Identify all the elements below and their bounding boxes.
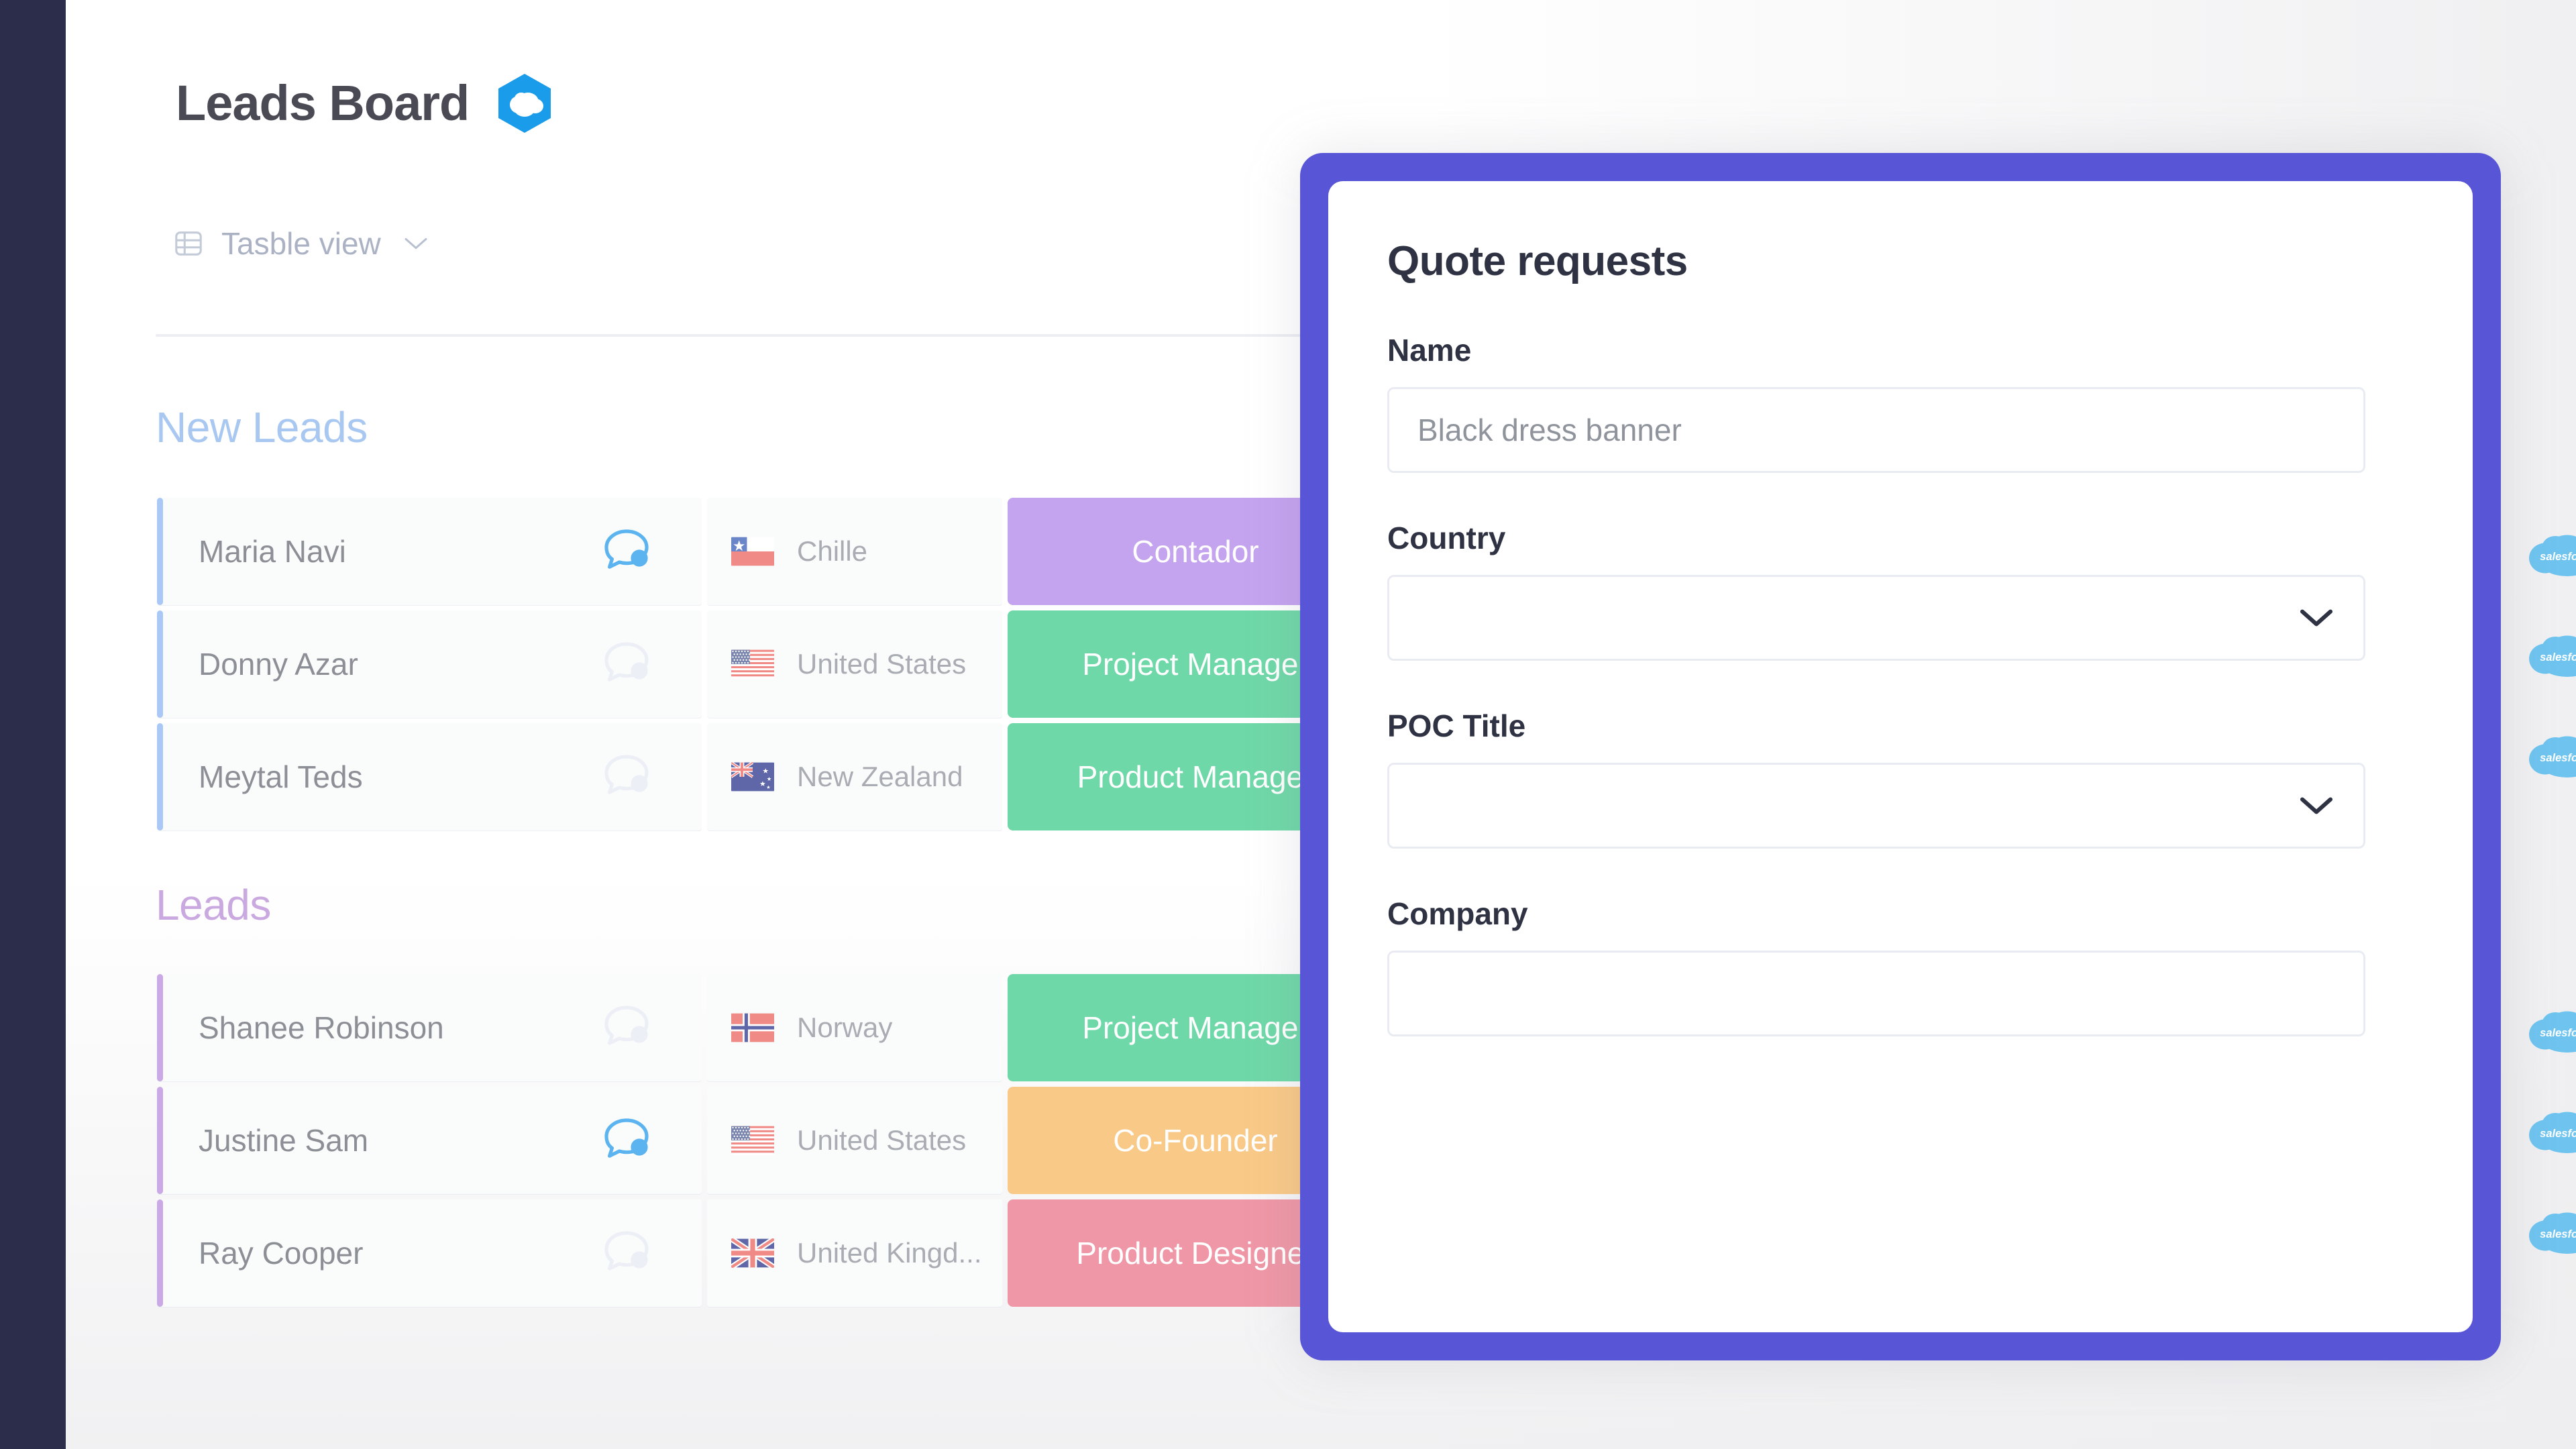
salesforce-cloud-icon: salesforce — [2517, 530, 2576, 578]
cell-name[interactable]: Maria Navi — [157, 498, 702, 605]
select-country[interactable] — [1387, 575, 2365, 661]
view-switcher-label: Tasble view — [221, 226, 381, 261]
chat-bubble-icon[interactable] — [601, 641, 652, 688]
chat-bubble-icon[interactable] — [601, 1230, 652, 1277]
field-value: Black dress banner — [1417, 413, 1682, 447]
chevron-down-icon[interactable] — [2298, 794, 2335, 817]
row-accent-bar — [157, 974, 163, 1081]
form-field: Country — [1387, 520, 2414, 661]
modal-body: Quote requests Name Black dress banner C… — [1328, 181, 2473, 1332]
role-label: Product Designer — [1076, 1236, 1315, 1271]
chevron-down-icon[interactable] — [2298, 606, 2335, 629]
field-label: POC Title — [1387, 708, 1526, 743]
chat-bubble-icon[interactable] — [601, 1004, 652, 1051]
country-flag-icon — [731, 537, 774, 566]
page-title: Leads Board — [176, 75, 470, 131]
cell-name[interactable]: Shanee Robinson — [157, 974, 702, 1081]
lead-name: Justine Sam — [199, 1123, 369, 1158]
chat-bubble-icon[interactable] — [601, 1117, 652, 1164]
row-accent-bar — [157, 723, 163, 830]
cell-name[interactable]: Ray Cooper — [157, 1199, 702, 1307]
form-field: Company — [1387, 896, 2414, 1036]
country-flag-icon — [731, 1126, 774, 1155]
country-name: United Kingd... — [797, 1237, 982, 1269]
cell-country[interactable]: Chille — [707, 498, 1002, 605]
view-switcher[interactable]: Tasble view — [173, 225, 429, 262]
form-field: POC Title — [1387, 708, 2414, 849]
svg-text:salesforce: salesforce — [2540, 1027, 2576, 1039]
table-grid-icon — [173, 228, 204, 259]
field-label: Name — [1387, 333, 1472, 368]
cell-country[interactable]: New Zealand — [707, 723, 1002, 830]
salesforce-cloud-hexagon-icon — [498, 74, 551, 133]
row-accent-bar — [157, 498, 163, 605]
chevron-down-icon[interactable] — [402, 235, 429, 252]
role-label: Project Manager — [1082, 1010, 1309, 1045]
app-root: Leads Board Tasble view salesf salesf sa… — [0, 0, 2576, 1449]
country-flag-icon — [731, 1238, 774, 1268]
role-label: Contador — [1132, 534, 1259, 569]
salesforce-cloud-icon: salesforce — [2517, 1107, 2576, 1155]
field-label: Company — [1387, 896, 1528, 931]
lead-name: Ray Cooper — [199, 1236, 364, 1271]
chat-bubble-icon[interactable] — [601, 528, 652, 575]
country-name: Norway — [797, 1012, 893, 1043]
board-header: Leads Board — [176, 74, 551, 133]
field-label: Country — [1387, 521, 1506, 555]
row-accent-bar — [157, 610, 163, 718]
modal-title: Quote requests — [1387, 238, 1688, 284]
row-accent-bar — [157, 1087, 163, 1194]
input-name[interactable]: Black dress banner — [1387, 387, 2365, 473]
left-nav-rail[interactable] — [0, 0, 66, 1449]
cell-country[interactable]: United States — [707, 1087, 1002, 1194]
row-accent-bar — [157, 1199, 163, 1307]
lead-name: Shanee Robinson — [199, 1010, 444, 1045]
quote-requests-modal: Quote requests Name Black dress banner C… — [1300, 153, 2501, 1360]
salesforce-cloud-icon: salesforce — [2517, 631, 2576, 679]
country-name: New Zealand — [797, 761, 963, 792]
role-label: Co-Founder — [1113, 1123, 1278, 1158]
section-title-new-leads: New Leads — [156, 403, 368, 451]
modal-fields: Name Black dress banner Country POC Titl… — [1387, 332, 2414, 1036]
svg-text:salesforce: salesforce — [2540, 651, 2576, 663]
country-name: United States — [797, 648, 967, 680]
select-poc-title[interactable] — [1387, 763, 2365, 849]
input-company[interactable] — [1387, 951, 2365, 1036]
svg-text:salesforce: salesforce — [2540, 551, 2576, 563]
chat-bubble-icon[interactable] — [601, 753, 652, 800]
cell-country[interactable]: United States — [707, 610, 1002, 718]
form-field: Name Black dress banner — [1387, 332, 2414, 473]
salesforce-cloud-icon: salesforce — [2517, 1208, 2576, 1256]
lead-name: Donny Azar — [199, 647, 358, 682]
section-title-leads: Leads — [156, 881, 271, 929]
svg-text:salesforce: salesforce — [2540, 1128, 2576, 1140]
cell-country[interactable]: Norway — [707, 974, 1002, 1081]
cell-name[interactable]: Donny Azar — [157, 610, 702, 718]
lead-name: Meytal Teds — [199, 759, 363, 794]
country-flag-icon — [731, 1013, 774, 1042]
role-label: Product Manager — [1077, 759, 1314, 794]
country-name: Chille — [797, 535, 868, 567]
salesforce-cloud-icon: salesforce — [2517, 731, 2576, 780]
role-label: Project Manager — [1082, 647, 1309, 682]
svg-text:salesforce: salesforce — [2540, 752, 2576, 764]
country-flag-icon — [731, 649, 774, 679]
lead-name: Maria Navi — [199, 534, 346, 569]
country-flag-icon — [731, 762, 774, 792]
cell-name[interactable]: Meytal Teds — [157, 723, 702, 830]
country-name: United States — [797, 1124, 967, 1156]
salesforce-cloud-icon: salesforce — [2517, 1006, 2576, 1055]
cell-country[interactable]: United Kingd... — [707, 1199, 1002, 1307]
svg-text:salesforce: salesforce — [2540, 1228, 2576, 1240]
cell-name[interactable]: Justine Sam — [157, 1087, 702, 1194]
